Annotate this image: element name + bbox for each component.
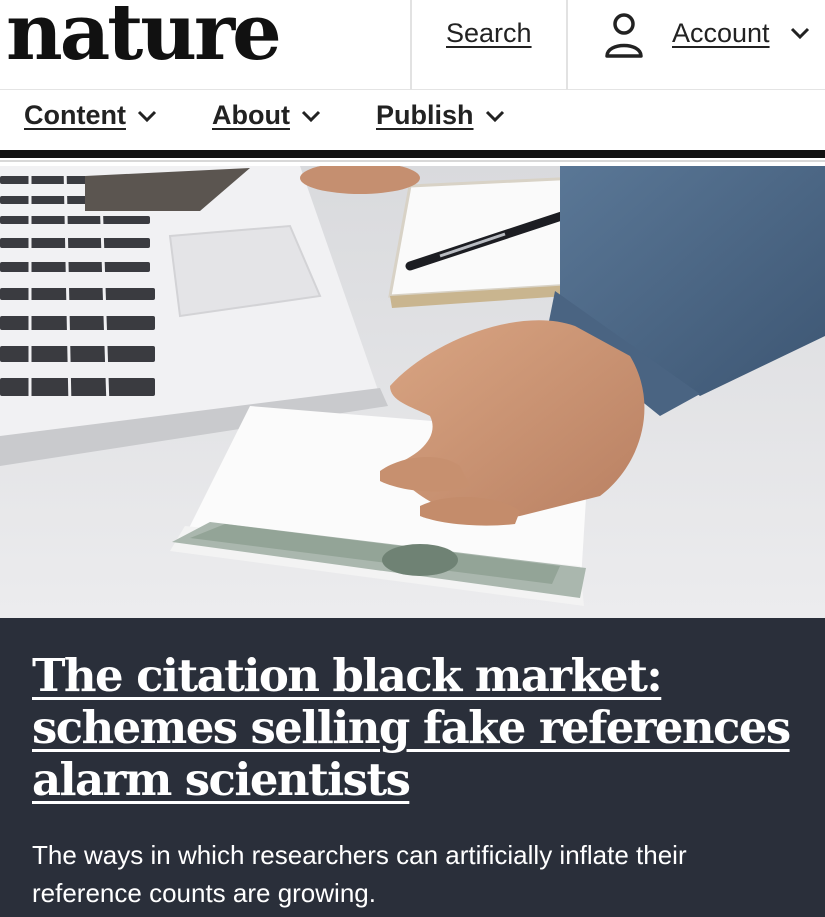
nav-item-label: Content	[24, 100, 126, 130]
account-icon[interactable]	[604, 12, 644, 58]
nature-logo[interactable]: nature	[6, 0, 282, 72]
nav-item-publish[interactable]: Publish	[376, 100, 506, 131]
chevron-down-icon	[137, 110, 157, 122]
chevron-down-icon	[301, 110, 321, 122]
nav-item-label: About	[212, 100, 290, 130]
article-headline-link[interactable]: The citation black market: schemes selli…	[32, 650, 812, 806]
nav-item-label: Publish	[376, 100, 474, 130]
nav-divider	[0, 150, 825, 158]
search-link[interactable]: Search	[446, 18, 532, 49]
nav-item-about[interactable]: About	[212, 100, 322, 131]
header-divider	[566, 0, 568, 90]
chevron-down-icon[interactable]	[790, 26, 810, 40]
account-link[interactable]: Account	[672, 18, 770, 49]
hero-illustration	[0, 166, 825, 618]
site-header: nature Search Account	[0, 0, 825, 90]
header-divider	[410, 0, 412, 90]
chevron-down-icon	[485, 110, 504, 122]
hero-image[interactable]	[0, 166, 825, 618]
article-standfirst: The ways in which researchers can artifi…	[32, 840, 687, 908]
nav-divider	[0, 160, 825, 162]
nav-item-content[interactable]: Content	[24, 100, 158, 131]
article-panel: The citation black market: schemes selli…	[0, 618, 825, 917]
primary-nav: Content About Publish	[0, 90, 825, 162]
